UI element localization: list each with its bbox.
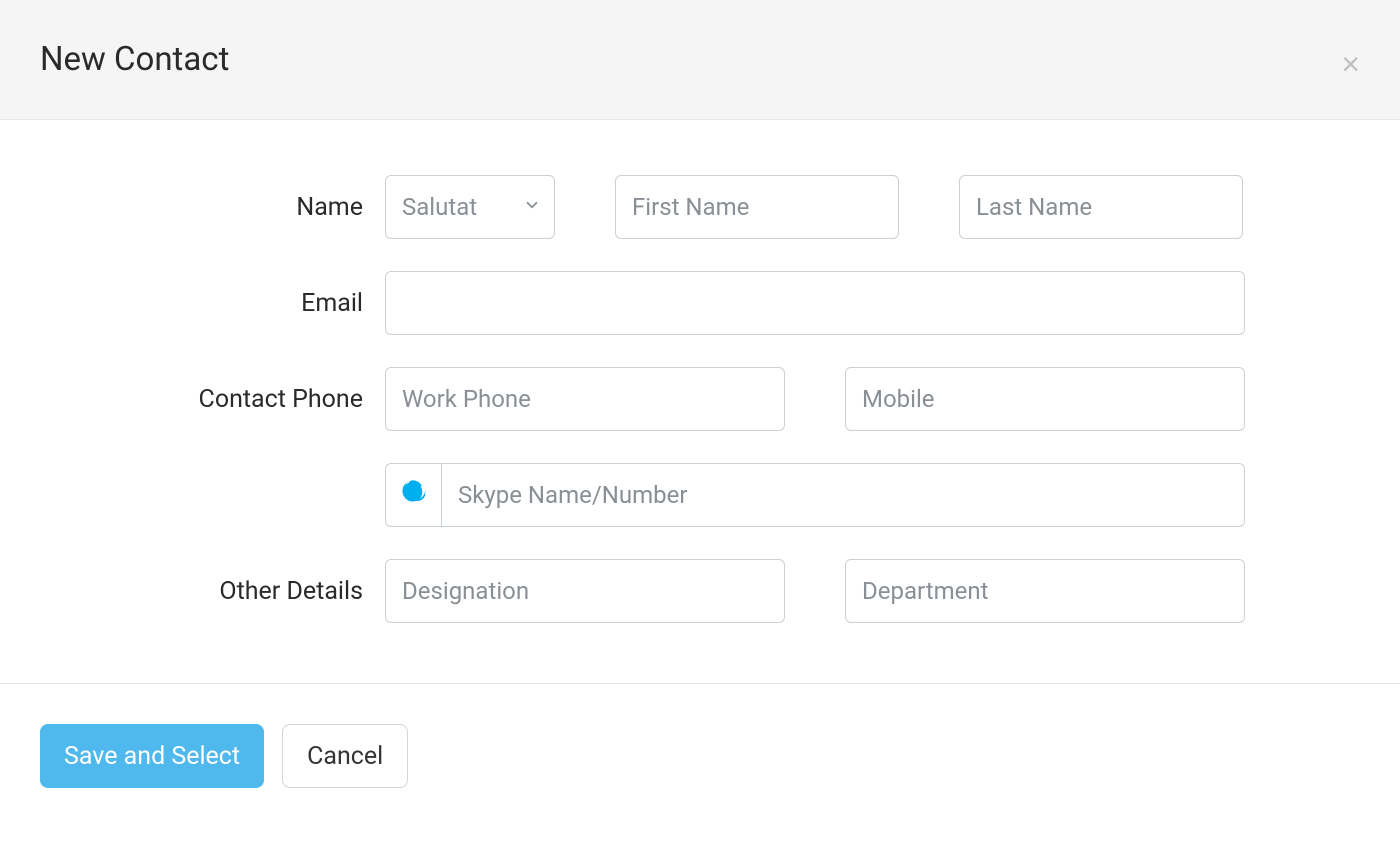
skype-group — [385, 463, 1245, 527]
designation-input[interactable] — [385, 559, 785, 623]
save-and-select-button[interactable]: Save and Select — [40, 724, 264, 788]
salutation-select[interactable]: Salutat — [385, 175, 555, 239]
contact-phone-fields — [385, 367, 1245, 431]
name-label: Name — [40, 193, 385, 222]
skype-fields — [385, 463, 1245, 527]
modal-footer: Save and Select Cancel — [0, 683, 1400, 828]
mobile-input[interactable] — [845, 367, 1245, 431]
other-details-row: Other Details — [40, 559, 1360, 623]
email-row: Email — [40, 271, 1360, 335]
skype-icon — [401, 480, 427, 510]
salutation-value: Salutat — [385, 175, 555, 239]
contact-phone-label: Contact Phone — [40, 385, 385, 414]
email-label: Email — [40, 289, 385, 318]
first-name-input[interactable] — [615, 175, 899, 239]
contact-phone-row: Contact Phone — [40, 367, 1360, 431]
skype-row — [40, 463, 1360, 527]
other-details-fields — [385, 559, 1245, 623]
name-fields: Salutat — [385, 175, 1245, 239]
skype-input[interactable] — [441, 463, 1245, 527]
email-fields — [385, 271, 1245, 335]
department-input[interactable] — [845, 559, 1245, 623]
modal-body: Name Salutat Email Contact Phone — [0, 120, 1400, 683]
modal-header: New Contact × — [0, 0, 1400, 120]
work-phone-input[interactable] — [385, 367, 785, 431]
email-input[interactable] — [385, 271, 1245, 335]
name-row: Name Salutat — [40, 175, 1360, 239]
skype-icon-box — [385, 463, 441, 527]
new-contact-modal: New Contact × Name Salutat Email — [0, 0, 1400, 828]
cancel-button[interactable]: Cancel — [282, 724, 408, 788]
close-button[interactable]: × — [1341, 48, 1360, 80]
last-name-input[interactable] — [959, 175, 1243, 239]
modal-title: New Contact — [40, 40, 1360, 79]
other-details-label: Other Details — [40, 577, 385, 606]
close-icon: × — [1341, 46, 1360, 82]
